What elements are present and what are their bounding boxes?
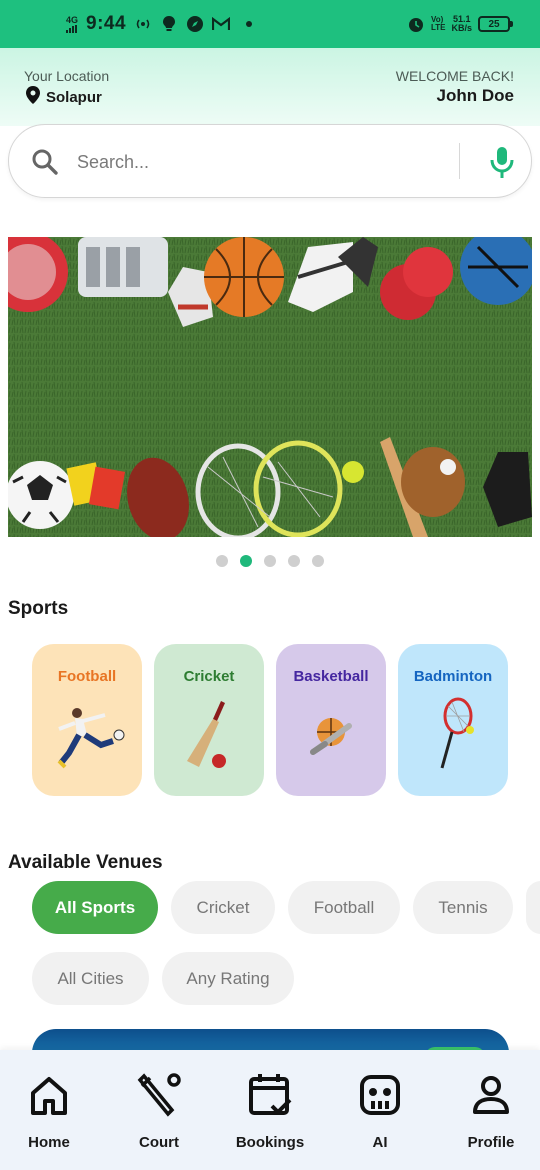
search-icon[interactable] (31, 148, 59, 181)
network-indicator: 4G (66, 14, 79, 33)
location-label: Your Location (24, 68, 110, 84)
notification-dot-icon (246, 21, 253, 27)
signal-icon (66, 24, 77, 33)
city-name: Solapur (46, 88, 102, 106)
carousel-dot[interactable] (312, 555, 324, 567)
badminton-racket-icon (398, 696, 508, 776)
carousel-dot[interactable] (288, 555, 300, 567)
sports-section-title: Sports (8, 598, 69, 619)
cricket-bat-icon (154, 696, 264, 776)
sport-card-basketball[interactable]: Basketball (276, 644, 386, 796)
sport-name: Badminton (413, 668, 493, 685)
nav-item-court[interactable]: Court (109, 1072, 209, 1151)
nav-item-bookings[interactable]: Bookings (220, 1072, 320, 1151)
nav-label: Bookings (235, 1134, 305, 1151)
basketball-icon (276, 696, 386, 776)
search-bar (8, 124, 532, 198)
nav-item-home[interactable]: Home (0, 1072, 99, 1151)
filter-chip-tennis[interactable]: Tennis (413, 881, 513, 934)
sport-name: Cricket (183, 668, 235, 685)
nav-label: Court (139, 1134, 179, 1151)
filter-chip-football[interactable]: Football (288, 881, 400, 934)
compass-icon (186, 15, 204, 33)
status-left: 4G 9:44 (66, 0, 253, 48)
sport-card-cricket[interactable]: Cricket (154, 644, 264, 796)
map-pin-icon (26, 86, 40, 108)
sport-filter-chips: All Sports Cricket Football Tennis (32, 881, 540, 934)
sport-name: Football (57, 668, 117, 685)
speed-unit: KB/s (451, 23, 472, 33)
filter-chip-partial[interactable] (526, 881, 540, 934)
battery-level: 25 (488, 18, 500, 30)
nav-label: Home (28, 1134, 70, 1151)
bottom-navigation: Home Court Bookings AI Profile (0, 1050, 540, 1170)
app-screen: 4G 9:44 Vo) LTE 51.1 KB/s 25 Your Locati… (0, 0, 540, 1170)
network-speed: 51.1 KB/s (451, 15, 472, 33)
carousel-dot-active[interactable] (240, 555, 252, 567)
location-selector[interactable]: Solapur (26, 86, 102, 108)
nav-label: AI (372, 1134, 388, 1151)
carousel-dot[interactable] (264, 555, 276, 567)
alarm-icon (407, 15, 425, 33)
hotspot-icon (134, 15, 152, 33)
filter-chip-any-rating[interactable]: Any Rating (162, 952, 294, 1005)
court-icon (136, 1072, 182, 1118)
filter-chip-all-sports[interactable]: All Sports (32, 881, 158, 934)
filter-chip-cricket[interactable]: Cricket (171, 881, 275, 934)
clock: 9:44 (86, 13, 127, 34)
nav-item-profile[interactable]: Profile (441, 1072, 540, 1151)
other-filter-chips: All Cities Any Rating (32, 952, 294, 1005)
person-icon (468, 1072, 514, 1118)
nav-label: Profile (467, 1134, 515, 1151)
calendar-check-icon (247, 1072, 293, 1118)
user-name: John Doe (436, 86, 514, 105)
search-divider (459, 143, 460, 179)
network-type: 4G (66, 14, 79, 25)
lte-label: LTE (430, 23, 446, 32)
status-bar: 4G 9:44 Vo) LTE 51.1 KB/s 25 (0, 0, 540, 48)
home-icon (26, 1072, 72, 1118)
status-right: Vo) LTE 51.1 KB/s 25 (407, 0, 513, 48)
carousel-dot[interactable] (216, 555, 228, 567)
search-input[interactable] (77, 145, 447, 179)
venues-section-title: Available Venues (8, 852, 163, 873)
promo-banner-image[interactable] (8, 237, 532, 537)
carousel-indicators (0, 555, 540, 567)
battery-icon: 25 (478, 16, 513, 32)
football-player-icon (32, 696, 142, 776)
sport-name: Basketball (293, 668, 369, 685)
nav-item-ai[interactable]: AI (330, 1072, 430, 1151)
gmail-icon (212, 15, 231, 33)
microphone-icon[interactable] (483, 145, 521, 186)
volte-indicator: Vo) LTE (431, 16, 446, 32)
location-header: Your Location Solapur WELCOME BACK! John… (0, 48, 540, 126)
sports-list: Football Cricket Basketball Badminton (32, 644, 508, 796)
sport-card-badminton[interactable]: Badminton (398, 644, 508, 796)
bulb-icon (160, 15, 178, 33)
robot-icon (357, 1072, 403, 1118)
filter-chip-all-cities[interactable]: All Cities (32, 952, 149, 1005)
welcome-text: WELCOME BACK! (395, 68, 514, 84)
sport-card-football[interactable]: Football (32, 644, 142, 796)
